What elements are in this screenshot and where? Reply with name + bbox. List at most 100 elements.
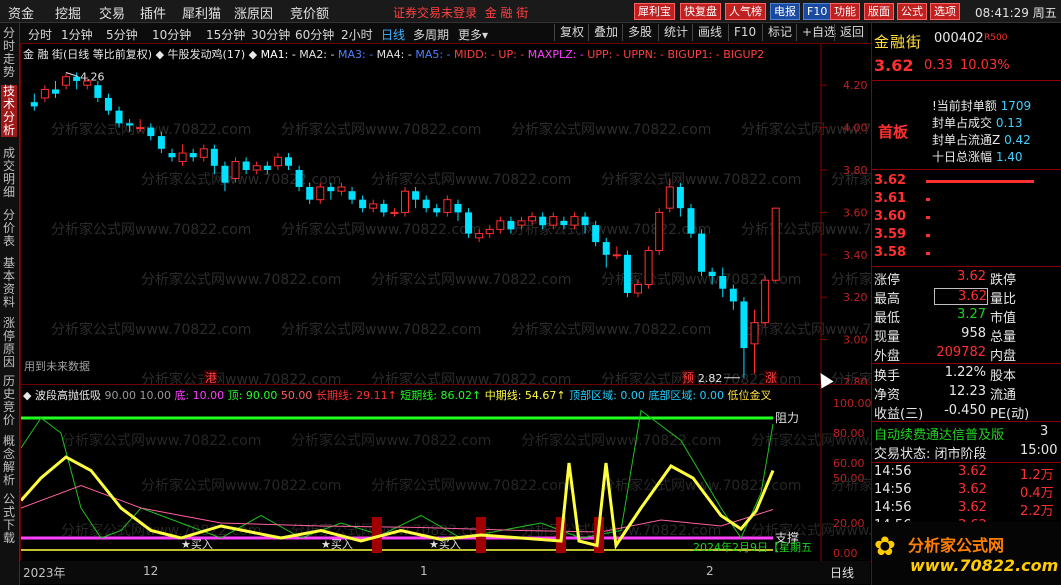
menu-item-xilimao[interactable]: 犀利猫	[182, 3, 221, 22]
nav-transactions[interactable]: 成交明细	[1, 147, 17, 199]
candle-body-down	[740, 301, 748, 349]
tool-button-replay[interactable]: 快复盘	[680, 3, 721, 20]
tool-button-function[interactable]: 功能	[830, 3, 860, 20]
date-note: 2024年2月9日【星期五	[693, 540, 812, 554]
tool-button-f10[interactable]: F10	[803, 3, 832, 20]
left-nav: 分时走势 技术分析 成交明细 分价表 基本资料 涨停原因 历史竞价 概念解析 公…	[0, 23, 20, 585]
menu-item-plugin[interactable]: 插件	[140, 3, 166, 22]
high-label: 4.26	[80, 70, 105, 83]
watermark-text: 分析家公式网www.70822.com	[281, 121, 481, 138]
candle-body-up	[136, 127, 145, 130]
watermark-text: 分析家公式网www.70822.com	[141, 271, 341, 288]
candle-body-down	[623, 254, 631, 293]
candle-body-down	[602, 242, 610, 255]
ticker-row[interactable]: 自动续费通达信普及版 3	[872, 424, 1061, 443]
period-more[interactable]: 更多▾	[458, 26, 488, 43]
period-intraday[interactable]: 分时	[28, 26, 52, 43]
nav-concept[interactable]: 概念解析	[1, 435, 17, 487]
candle-body-down	[221, 165, 229, 183]
period-30min[interactable]: 30分钟	[251, 26, 290, 43]
menu-item-mining[interactable]: 挖掘	[55, 3, 81, 22]
candle-body-down	[126, 123, 134, 126]
candle-body-up	[665, 186, 674, 209]
tool-button-popularity[interactable]: 人气榜	[725, 3, 766, 20]
low-label: 2.82	[698, 372, 723, 384]
period-multi[interactable]: 多周期	[413, 26, 449, 43]
menu-item-limit-reason[interactable]: 涨原因	[234, 3, 273, 22]
f10-button[interactable]: F10	[728, 24, 756, 41]
candle-body-up	[549, 216, 558, 226]
candle-body-up	[528, 216, 537, 222]
logo-block: ✿ 分析家公式网 www.70822.com	[872, 522, 1061, 585]
trade-status: 交易状态: 闭市阶段	[874, 447, 987, 462]
back-button[interactable]: 返回	[834, 24, 864, 41]
order-price: 3.58	[874, 245, 907, 260]
candle-body-down	[189, 153, 197, 158]
ind-y-tick-label: 60.00	[833, 457, 865, 470]
menu-item-trade[interactable]: 交易	[99, 3, 125, 22]
overlay-button[interactable]: 叠加	[588, 24, 618, 41]
y-tick-label: 3.60	[843, 206, 868, 219]
candle-body-down	[242, 161, 250, 170]
period-15min[interactable]: 15分钟	[206, 26, 245, 43]
board-stat-row: 封单占成交 0.13	[932, 116, 1023, 130]
watermark-text: 分析家公式网www.70822.com	[291, 432, 491, 449]
nav-intraday[interactable]: 分时走势	[1, 27, 17, 79]
period-2hour[interactable]: 2小时	[341, 26, 373, 43]
y-tick-label: 2.80	[843, 376, 868, 384]
tool-button-formula[interactable]: 公式	[897, 3, 927, 20]
price-change: 0.33	[924, 58, 953, 73]
nav-technical[interactable]: 技术分析	[1, 85, 17, 137]
mark-button[interactable]: 标记	[762, 24, 792, 41]
order-volume-bar	[926, 252, 931, 255]
period-10min[interactable]: 10分钟	[152, 26, 191, 43]
stock-code: 000402	[934, 31, 984, 46]
marker-label: 预	[682, 371, 694, 384]
order-volume-bar	[926, 216, 931, 219]
trade-time: 15:00	[1020, 443, 1058, 458]
kline-svg: 分析家公式网www.70822.com 分析家公式网www.70822.com 分析…	[30, 44, 871, 384]
menu-item-funds[interactable]: 资金	[8, 3, 34, 22]
watermark-text: 分析家公式网www.70822.com	[511, 321, 711, 338]
marker-label: 涨	[765, 370, 777, 384]
ticker-num: 3	[1040, 424, 1049, 439]
trade-row: 14:56 3.62 2.2万	[874, 500, 1054, 519]
tool-button-xilibao[interactable]: 犀利宝	[634, 3, 675, 20]
ticker-text[interactable]: 自动续费通达信普及版	[874, 424, 1004, 443]
resistance-label: 阻力	[775, 411, 799, 425]
period-bar: 分时 1分钟 5分钟 10分钟 15分钟 30分钟 60分钟 2小时 日线 多周…	[20, 23, 868, 44]
price-pct: 10.03%	[960, 58, 1010, 73]
tool-button-options[interactable]: 选项	[930, 3, 960, 20]
quote-price-row: 3.62 0.33 10.03%	[872, 56, 1061, 75]
order-volume-bar	[926, 198, 931, 201]
candle-body-down	[581, 216, 589, 226]
candle-body-down	[147, 127, 155, 137]
nav-fundamentals[interactable]: 基本资料	[1, 257, 17, 309]
tool-button-layout[interactable]: 版面	[864, 3, 894, 20]
watermark-text: 分析家公式网www.70822.com	[371, 171, 571, 188]
tool-button-telegraph[interactable]: 电报	[770, 3, 800, 20]
draw-button[interactable]: 画线	[692, 24, 722, 41]
adjust-button[interactable]: 复权	[554, 24, 584, 41]
period-60min[interactable]: 60分钟	[295, 26, 334, 43]
nav-price-table[interactable]: 分价表	[1, 209, 17, 248]
nav-history-auction[interactable]: 历史竞价	[1, 375, 17, 427]
trade-row: 14:56 3.62 0.4万	[874, 482, 1054, 501]
period-daily[interactable]: 日线	[381, 26, 405, 43]
multi-stock-button[interactable]: 多股	[622, 24, 652, 41]
nav-formula-download[interactable]: 公式下载	[1, 493, 17, 545]
period-5min[interactable]: 5分钟	[106, 26, 138, 43]
candle-body-up	[390, 211, 399, 214]
stats-button[interactable]: 统计	[658, 24, 688, 41]
candle-body-up	[570, 216, 579, 226]
candle-body-down	[708, 271, 716, 276]
indicator-chart[interactable]: ◆ 波段高抛低吸 90.00 10.00 底: 10.00 顶: 90.00 5…	[20, 384, 872, 562]
watermark-text: 分析家公式网www.70822.com	[281, 221, 481, 238]
candlestick-chart[interactable]: 金 融 街(日线 等比前复权) ◆ 牛股发动鸡(17) ◆ MA1: - MA2…	[20, 43, 872, 385]
last-price: 3.62	[874, 56, 914, 75]
code-tag: R500	[984, 33, 1008, 43]
menu-item-auction[interactable]: 竞价额	[290, 3, 329, 22]
add-watchlist-button[interactable]: +自选	[796, 24, 836, 41]
nav-limit-reason[interactable]: 涨停原因	[1, 317, 17, 369]
period-1min[interactable]: 1分钟	[61, 26, 93, 43]
